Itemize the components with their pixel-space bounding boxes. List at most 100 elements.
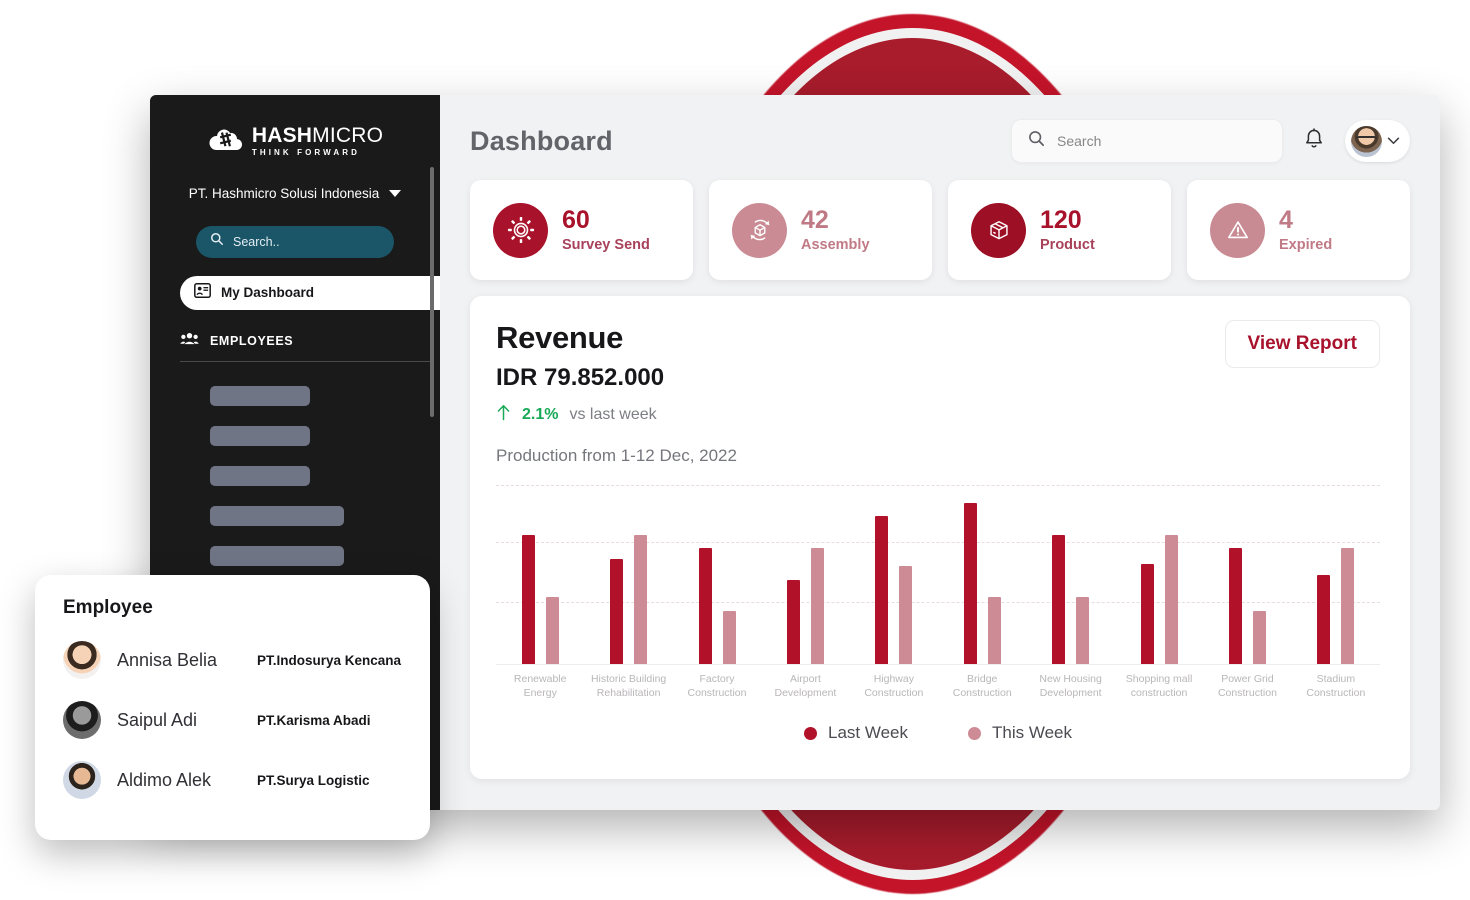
- package-icon: [971, 202, 1026, 258]
- chart-bar: [1228, 548, 1242, 665]
- warning-icon: [1210, 202, 1265, 258]
- employee-name: Annisa Belia: [117, 649, 218, 670]
- employee-panel-title: Employee: [63, 597, 153, 618]
- chart-legend-item[interactable]: This Week: [968, 723, 1072, 743]
- chart-bar-group: [761, 485, 849, 665]
- stat-card-survey-send[interactable]: 60 Survey Send: [470, 180, 693, 280]
- search-icon: [1028, 130, 1045, 152]
- revenue-card: Revenue IDR 79.852.000 2.1% vs last week: [470, 296, 1410, 779]
- stat-text: 4 Expired: [1279, 205, 1333, 254]
- logo-text: HASHMICRO THINK FORWARD: [252, 125, 383, 160]
- view-report-button[interactable]: View Report: [1224, 320, 1380, 368]
- avatar: [1351, 125, 1382, 157]
- avatar: [63, 761, 101, 799]
- stat-card-expired[interactable]: 4 Expired: [1187, 180, 1410, 280]
- main-content: Dashboard Search 60 Survey Send 42 Assem…: [440, 95, 1440, 810]
- gear-icon: [493, 202, 548, 258]
- stat-card-assembly[interactable]: 42 Assembly: [709, 180, 932, 280]
- search-icon: [210, 232, 224, 251]
- revenue-amount: IDR 79.852.000: [496, 364, 665, 391]
- chart-x-label: Highway Construction: [864, 673, 924, 700]
- employee-company: PT.Surya Logistic: [257, 772, 370, 788]
- logo-text-main: HASH: [251, 124, 313, 147]
- revenue-bar-chart: [496, 480, 1380, 665]
- revenue-delta-note: vs last week: [569, 406, 657, 423]
- sidebar-search-input[interactable]: Search..: [196, 225, 394, 258]
- bell-icon: [1304, 127, 1324, 155]
- stat-value: 42: [801, 205, 829, 234]
- chart-bar-group: [1026, 485, 1114, 665]
- chart-bar: [987, 596, 1001, 665]
- sidebar-scrollbar[interactable]: [430, 167, 434, 417]
- employee-name: Aldimo Alek: [117, 769, 212, 790]
- chart-bar: [610, 558, 624, 665]
- revenue-header: Revenue IDR 79.852.000 2.1% vs last week: [496, 320, 1380, 466]
- avatar: [63, 701, 101, 739]
- company-selector[interactable]: PT. Hashmicro Solusi Indonesia: [150, 186, 440, 201]
- topbar: Dashboard Search: [470, 115, 1410, 167]
- stat-card-product[interactable]: 120 Product: [948, 180, 1171, 280]
- stat-value: 120: [1040, 205, 1082, 234]
- chart-legend-label: This Week: [992, 723, 1072, 743]
- sidebar-item-employees[interactable]: EMPLOYEES: [180, 332, 430, 362]
- chart-bar-group: [673, 485, 761, 665]
- chart-bar: [1341, 548, 1355, 665]
- chart-bar-group: [584, 485, 672, 665]
- notifications-button[interactable]: [1301, 126, 1327, 156]
- app-logo: HASHMICRO THINK FORWARD: [150, 125, 440, 160]
- sidebar-item-my-dashboard-label: My Dashboard: [221, 285, 315, 301]
- topbar-actions: Search: [1011, 119, 1410, 163]
- stat-label: Expired: [1279, 237, 1333, 254]
- chart-x-label: New Housing Development: [1039, 673, 1102, 700]
- logo-text-main-thin: MICRO: [312, 124, 384, 147]
- search-placeholder: Search: [1057, 133, 1102, 149]
- user-menu[interactable]: [1345, 120, 1410, 162]
- search-input[interactable]: Search: [1011, 119, 1283, 163]
- chart-bar: [698, 548, 712, 665]
- stat-text: 42 Assembly: [801, 205, 870, 254]
- chart-x-label: Factory Construction: [687, 673, 747, 700]
- chart-legend-item[interactable]: Last Week: [803, 723, 908, 743]
- stat-value: 4: [1279, 205, 1293, 234]
- chart-bar: [521, 535, 535, 665]
- sidebar-skeleton-list: [210, 385, 440, 566]
- chart-bar: [899, 566, 913, 665]
- revenue-delta: 2.1% vs last week: [496, 404, 737, 426]
- assembly-icon: [732, 202, 787, 258]
- sidebar-item-my-dashboard[interactable]: My Dashboard: [180, 275, 440, 310]
- list-item[interactable]: Saipul Adi PT.Karisma Abadi: [63, 701, 404, 739]
- people-icon: [180, 332, 199, 350]
- chart-bar-group: [1292, 485, 1380, 665]
- chart-legend: Last Week This Week: [496, 723, 1380, 743]
- chart-legend-label: Last Week: [827, 723, 908, 743]
- sidebar-search-placeholder: Search..: [233, 234, 280, 249]
- stat-text: 60 Survey Send: [562, 207, 650, 254]
- avatar: [63, 641, 101, 679]
- stat-label: Assembly: [801, 237, 870, 254]
- chart-bar: [963, 503, 977, 665]
- screenshot-root: HASHMICRO THINK FORWARD PT. Hashmicro So…: [0, 0, 1470, 900]
- chart-bar: [1076, 596, 1090, 665]
- chart-bar: [1252, 611, 1266, 665]
- chart-bar-group: [850, 485, 938, 665]
- sidebar-skeleton-item: [210, 465, 310, 486]
- list-item[interactable]: Aldimo Alek PT.Surya Logistic: [63, 761, 404, 799]
- chart-bar-group: [1115, 485, 1203, 665]
- list-item[interactable]: Annisa Belia PT.Indosurya Kencana: [63, 641, 404, 679]
- chart-bar: [1164, 535, 1178, 665]
- chart-axis-line: [496, 664, 1380, 665]
- chart-x-label: Historic Building Rehabilitation: [590, 673, 667, 700]
- company-name: PT. Hashmicro Solusi Indonesia: [188, 185, 380, 201]
- logo-text-sub: THINK FORWARD: [251, 148, 360, 157]
- chart-x-label: Shopping mall construction: [1125, 673, 1193, 700]
- chart-bar: [875, 515, 889, 665]
- stat-label: Survey Send: [562, 237, 650, 254]
- sidebar-skeleton-item: [210, 425, 310, 446]
- hashmicro-cloud-icon: [207, 127, 243, 157]
- sidebar-skeleton-item: [210, 385, 310, 406]
- chart-x-label: Renewable Energy: [513, 673, 567, 700]
- revenue-subtitle: Production from 1-12 Dec, 2022: [496, 446, 737, 465]
- chart-x-label: Airport Development: [774, 673, 837, 700]
- employee-company: PT.Indosurya Kencana: [257, 652, 402, 668]
- stat-text: 120 Product: [1040, 205, 1095, 254]
